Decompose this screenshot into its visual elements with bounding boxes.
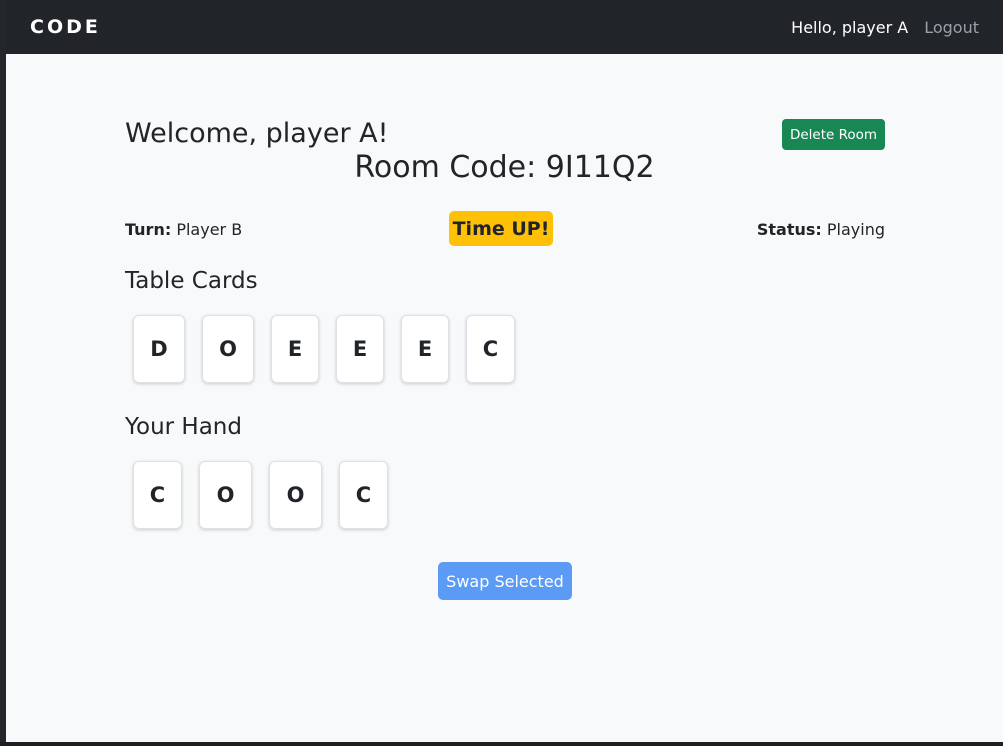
table-card[interactable]: E (336, 315, 384, 383)
swap-selected-button[interactable]: Swap Selected (438, 562, 572, 600)
nav-user-area: Hello, player A Logout (791, 18, 979, 37)
table-cards-heading: Table Cards (125, 268, 258, 294)
hand-card[interactable]: C (133, 461, 182, 529)
game-room-page: Welcome, player A! Delete Room Room Code… (6, 54, 1003, 742)
status-value: Playing (826, 220, 885, 239)
hand-card[interactable]: C (339, 461, 388, 529)
your-hand-heading: Your Hand (125, 414, 242, 440)
timer-badge: Time UP! (449, 211, 553, 246)
table-card[interactable]: E (401, 315, 449, 383)
logout-link[interactable]: Logout (924, 18, 979, 37)
table-card[interactable]: E (271, 315, 319, 383)
window-bottom-edge (0, 742, 1003, 746)
table-card[interactable]: O (202, 315, 254, 383)
hand-card[interactable]: O (199, 461, 252, 529)
hand-card[interactable]: O (269, 461, 322, 529)
table-card[interactable]: D (133, 315, 185, 383)
delete-room-button[interactable]: Delete Room (782, 119, 885, 150)
welcome-heading: Welcome, player A! (125, 118, 389, 149)
turn-indicator: Turn: Player B (125, 220, 242, 239)
navbar: CODE Hello, player A Logout (6, 0, 1003, 54)
turn-value: Player B (176, 220, 243, 239)
brand-logo[interactable]: CODE (30, 16, 101, 38)
hand-cards: C O O C (133, 461, 388, 529)
table-card[interactable]: C (466, 315, 515, 383)
game-status: Status: Playing (757, 220, 885, 239)
room-code: Room Code: 9I11Q2 (354, 150, 655, 185)
status-label: Status: (756, 220, 822, 239)
user-greeting: Hello, player A (791, 17, 909, 37)
turn-label: Turn: (125, 220, 172, 239)
table-cards: D O E E E C (133, 315, 515, 383)
